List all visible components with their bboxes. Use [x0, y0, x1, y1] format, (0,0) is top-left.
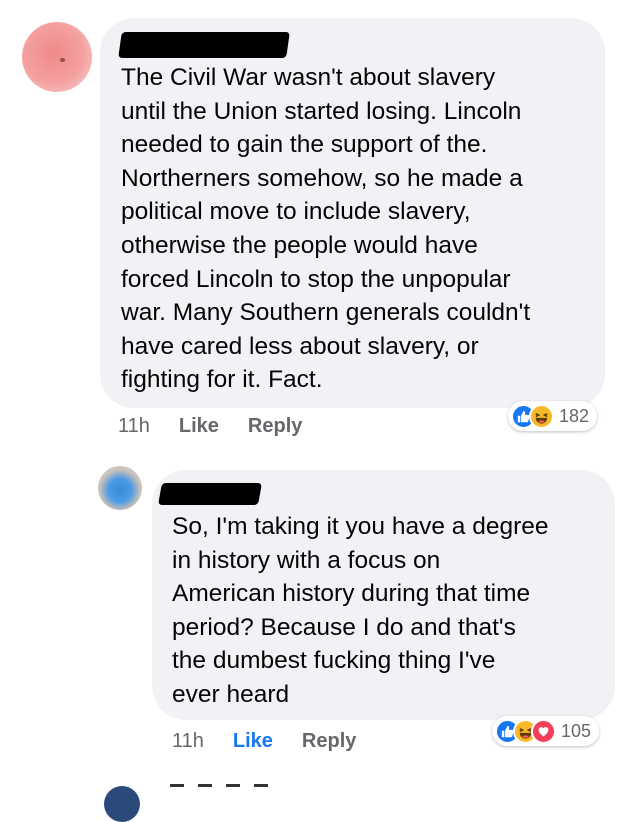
- comment-timestamp[interactable]: 11h: [118, 415, 150, 438]
- commenter-avatar[interactable]: [104, 786, 140, 822]
- love-icon: [531, 718, 556, 744]
- comment-text: The Civil War wasn't about slavery until…: [121, 64, 531, 394]
- reaction-count: 182: [559, 405, 590, 426]
- reply-button[interactable]: Reply: [248, 415, 302, 438]
- comment-actions: 11h Like Reply: [118, 415, 302, 438]
- reaction-summary[interactable]: 105: [492, 716, 600, 746]
- reply-button[interactable]: Reply: [302, 730, 356, 753]
- redacted-commenter-name: [118, 32, 290, 58]
- haha-icon: [529, 403, 554, 429]
- redacted-commenter-name: [158, 483, 262, 505]
- next-commenter-name-clipped: [170, 784, 290, 804]
- comment-timestamp[interactable]: 11h: [172, 730, 204, 753]
- reaction-summary[interactable]: 182: [508, 401, 598, 431]
- comment-text: So, I'm taking it you have a degree in h…: [172, 513, 549, 708]
- commenter-avatar[interactable]: [22, 22, 92, 92]
- commenter-avatar[interactable]: [98, 466, 142, 510]
- reaction-count: 105: [561, 720, 592, 741]
- comment-actions: 11h Like Reply: [172, 730, 356, 753]
- like-button[interactable]: Like: [179, 415, 219, 438]
- like-button[interactable]: Like: [233, 730, 273, 753]
